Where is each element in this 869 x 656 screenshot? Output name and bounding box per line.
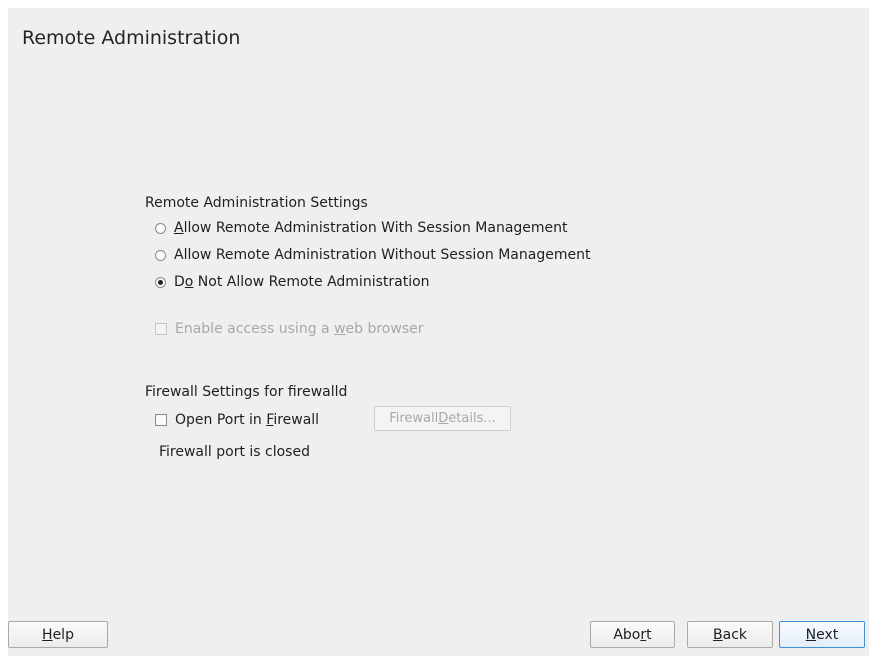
firewall-details-button[interactable]: Firewall Details... bbox=[374, 406, 511, 431]
checkbox-open-port[interactable]: Open Port in Firewall bbox=[155, 410, 319, 430]
yast-window: Remote Administration Remote Administrat… bbox=[8, 8, 869, 656]
firewall-settings-label: Firewall Settings for firewalld bbox=[145, 384, 348, 400]
back-button[interactable]: Back bbox=[687, 621, 773, 648]
help-button[interactable]: Help bbox=[8, 621, 108, 648]
checkbox[interactable] bbox=[155, 414, 167, 426]
radio-button[interactable] bbox=[155, 249, 166, 261]
next-button[interactable]: Next bbox=[779, 621, 865, 648]
radio-button[interactable] bbox=[155, 276, 166, 288]
remote-administration-settings-group: Remote Administration Settings Allow Rem… bbox=[145, 195, 590, 339]
checkbox-label: Open Port in Firewall bbox=[175, 412, 320, 428]
firewall-settings-group: Firewall Settings for firewalld bbox=[145, 384, 347, 400]
checkbox-web-browser-access[interactable]: Enable access using a web browser bbox=[155, 319, 590, 339]
radio-allow-with-session-management[interactable]: Allow Remote Administration With Session… bbox=[155, 218, 590, 238]
radio-label: Allow Remote Administration With Session… bbox=[174, 220, 568, 236]
radio-do-not-allow[interactable]: Do Not Allow Remote Administration bbox=[155, 272, 590, 292]
open-port-row: Open Port in Firewall bbox=[155, 410, 319, 430]
checkbox[interactable] bbox=[155, 323, 167, 335]
radio-label: Allow Remote Administration Without Sess… bbox=[174, 247, 591, 263]
abort-button[interactable]: Abo r t bbox=[590, 621, 675, 648]
checkbox-label: Enable access using a web browser bbox=[175, 321, 424, 337]
radio-label: Do Not Allow Remote Administration bbox=[174, 274, 430, 290]
page-title: Remote Administration bbox=[22, 27, 241, 49]
firewall-status-text: Firewall port is closed bbox=[159, 444, 310, 460]
radio-button[interactable] bbox=[155, 222, 166, 234]
remote-administration-settings-label: Remote Administration Settings bbox=[145, 195, 368, 211]
radio-allow-without-session-management[interactable]: Allow Remote Administration Without Sess… bbox=[155, 245, 590, 265]
